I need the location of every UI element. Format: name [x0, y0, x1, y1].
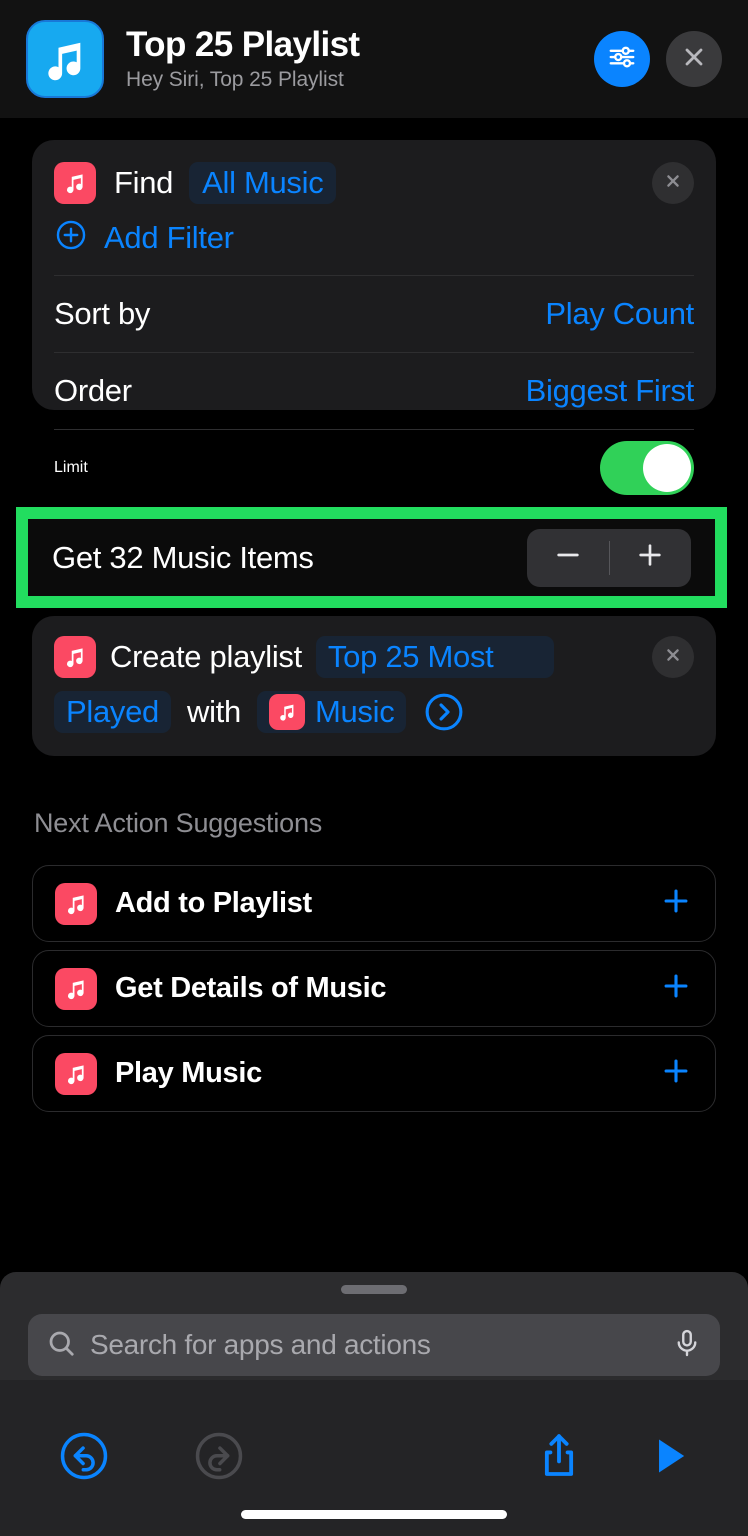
music-app-icon — [54, 636, 96, 678]
remove-create-action-button[interactable] — [652, 636, 694, 678]
search-placeholder: Search for apps and actions — [90, 1329, 672, 1361]
suggestion-row-play-music[interactable]: Play Music — [32, 1035, 716, 1112]
music-service-label: Music — [315, 694, 394, 730]
playlist-name-token-part1[interactable]: Top 25 Most — [316, 636, 554, 678]
create-playlist-line-2: Played with Music — [54, 690, 694, 734]
header-text-block: Top 25 Playlist Hey Siri, Top 25 Playlis… — [126, 26, 594, 92]
music-app-icon — [269, 694, 305, 730]
minus-icon — [552, 539, 584, 576]
redo-icon — [191, 1428, 247, 1489]
home-indicator — [241, 1510, 507, 1519]
close-icon — [662, 644, 684, 671]
suggestions-heading: Next Action Suggestions — [34, 808, 322, 839]
remove-find-action-button[interactable] — [652, 162, 694, 204]
limit-toggle[interactable] — [600, 441, 694, 495]
add-filter-button[interactable]: Add Filter — [32, 204, 716, 257]
sort-by-value[interactable]: Play Count — [545, 296, 694, 332]
shortcut-settings-button[interactable] — [594, 31, 650, 87]
shortcuts-editor-screen: Top 25 Playlist Hey Siri, Top 25 Playlis… — [0, 0, 748, 1536]
play-icon — [643, 1430, 695, 1487]
music-items-stepper[interactable] — [527, 529, 691, 587]
search-icon — [46, 1328, 76, 1363]
get-music-items-row[interactable]: Get 32 Music Items — [28, 519, 715, 596]
page-title: Top 25 Playlist — [126, 26, 594, 64]
order-label: Order — [54, 373, 132, 409]
music-app-icon — [54, 162, 96, 204]
close-icon — [680, 43, 708, 76]
siri-phrase: Hey Siri, Top 25 Playlist — [126, 68, 594, 92]
create-playlist-line-1: Create playlist Top 25 Most — [54, 636, 694, 678]
microphone-icon[interactable] — [672, 1328, 702, 1363]
undo-icon — [56, 1428, 112, 1489]
music-app-icon — [55, 968, 97, 1010]
plus-icon[interactable] — [659, 969, 693, 1008]
plus-icon — [634, 539, 666, 576]
create-playlist-action-card[interactable]: Create playlist Top 25 Most Played with — [32, 616, 716, 756]
action-library-sheet: Search for apps and actions — [0, 1272, 748, 1536]
music-service-token[interactable]: Music — [257, 691, 406, 733]
stepper-decrement-button[interactable] — [527, 529, 609, 587]
redo-button[interactable] — [134, 1428, 304, 1489]
plus-icon[interactable] — [659, 884, 693, 923]
plus-circle-icon — [54, 218, 88, 257]
undo-button[interactable] — [34, 1428, 134, 1489]
add-filter-label: Add Filter — [104, 220, 234, 256]
highlight-overlay: Get 32 Music Items — [16, 507, 727, 608]
close-editor-button[interactable] — [666, 31, 722, 87]
search-input[interactable]: Search for apps and actions — [28, 1314, 720, 1376]
get-music-items-label: Get 32 Music Items — [52, 540, 314, 576]
play-button[interactable] — [624, 1430, 714, 1487]
editor-header: Top 25 Playlist Hey Siri, Top 25 Playlis… — [0, 0, 748, 118]
close-icon — [662, 170, 684, 197]
sliders-icon — [607, 42, 637, 77]
music-app-icon — [55, 883, 97, 925]
suggestion-label: Get Details of Music — [115, 972, 659, 1005]
header-buttons — [594, 31, 722, 87]
share-icon — [532, 1429, 586, 1488]
find-action-header: Find All Music — [32, 140, 716, 204]
order-row[interactable]: Order Biggest First — [54, 352, 694, 429]
music-app-icon — [55, 1053, 97, 1095]
chevron-right-circle-icon[interactable] — [422, 690, 466, 734]
plus-icon[interactable] — [659, 1054, 693, 1093]
find-target-token[interactable]: All Music — [189, 162, 336, 204]
find-verb-label: Find — [114, 165, 173, 201]
suggestion-row-get-details-of-music[interactable]: Get Details of Music — [32, 950, 716, 1027]
limit-row[interactable]: Limit — [54, 429, 694, 506]
playlist-name-token-part2[interactable]: Played — [54, 691, 171, 733]
create-playlist-verb: Create playlist — [110, 639, 302, 675]
suggestion-label: Add to Playlist — [115, 887, 659, 920]
suggestion-label: Play Music — [115, 1057, 659, 1090]
suggestion-row-add-to-playlist[interactable]: Add to Playlist — [32, 865, 716, 942]
actions-scroll-area[interactable]: Find All Music Add Filter — [0, 118, 748, 1272]
drag-handle[interactable] — [341, 1285, 407, 1294]
limit-label: Limit — [54, 459, 88, 477]
sort-by-row[interactable]: Sort by Play Count — [54, 275, 694, 352]
share-button[interactable] — [494, 1429, 624, 1488]
toggle-knob — [643, 444, 691, 492]
stepper-increment-button[interactable] — [610, 529, 692, 587]
order-value[interactable]: Biggest First — [526, 373, 694, 409]
find-music-action-card[interactable]: Find All Music Add Filter — [32, 140, 716, 410]
with-connector-label: with — [187, 694, 241, 730]
music-note-icon — [26, 20, 104, 98]
sort-by-label: Sort by — [54, 296, 150, 332]
